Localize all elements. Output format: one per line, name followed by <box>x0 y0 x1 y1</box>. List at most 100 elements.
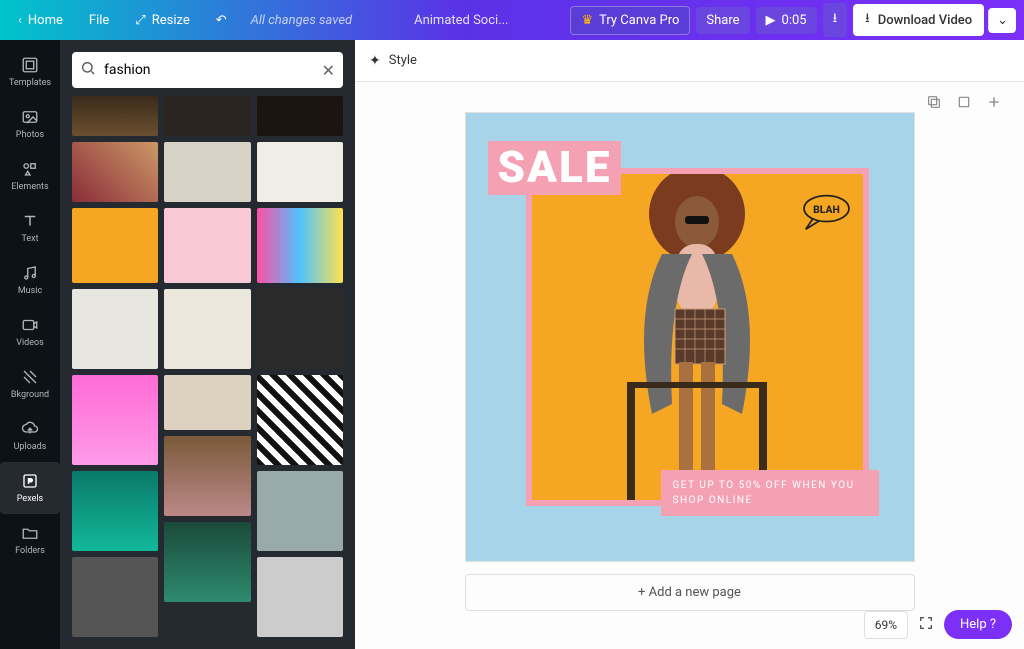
resize-icon: ⤢ <box>135 13 145 28</box>
promo-text[interactable]: GET UP TO 50% OFF WHEN YOU SHOP ONLINE <box>661 470 879 516</box>
rail-videos[interactable]: Videos <box>0 306 60 358</box>
rail-elements[interactable]: Elements <box>0 150 60 202</box>
download-video-button[interactable]: ⭳ Download Video <box>853 4 984 36</box>
search-icon <box>80 60 96 80</box>
photo-thumb[interactable] <box>164 289 250 369</box>
svg-text:BLAH: BLAH <box>813 203 840 216</box>
pexels-icon <box>20 472 40 490</box>
rail-photos[interactable]: Photos <box>0 98 60 150</box>
rail-folders[interactable]: Folders <box>0 514 60 566</box>
side-panel: ✕ ‹ <box>60 40 355 649</box>
rail-templates[interactable]: Templates <box>0 46 60 98</box>
photo-thumb[interactable] <box>257 96 343 136</box>
bottom-right-controls: 69% Help ? <box>864 610 1012 639</box>
duplicate-page-icon[interactable] <box>926 94 942 114</box>
download-icon: ⭳ <box>833 9 838 31</box>
style-button[interactable]: Style <box>389 53 417 68</box>
play-button[interactable]: ▶ 0:05 <box>756 7 817 34</box>
photo-thumb[interactable] <box>72 375 158 465</box>
fullscreen-icon[interactable] <box>918 615 934 635</box>
try-pro-button[interactable]: ♛ Try Canva Pro <box>570 6 690 35</box>
save-status: All changes saved <box>251 13 352 28</box>
zoom-value: 69% <box>875 618 897 632</box>
rail-text[interactable]: Text <box>0 202 60 254</box>
add-page-icon[interactable] <box>986 94 1002 114</box>
home-button[interactable]: ‹ Home <box>8 7 73 34</box>
clear-search-button[interactable]: ✕ <box>322 61 335 80</box>
left-rail: Templates Photos Elements Text Music Vid… <box>0 40 60 649</box>
rail-background[interactable]: Bkground <box>0 358 60 410</box>
rail-label: Text <box>21 234 38 244</box>
rail-uploads[interactable]: Uploads <box>0 410 60 462</box>
rail-label: Videos <box>16 338 44 348</box>
uploads-icon <box>20 420 40 438</box>
rail-pexels[interactable]: Pexels <box>0 462 60 514</box>
design-canvas[interactable]: SALE BLAH GET UP TO 50% OFF WHEN YOU SHO… <box>465 112 915 562</box>
undo-icon: ↶ <box>216 13 227 28</box>
photo-thumb[interactable] <box>257 289 343 369</box>
photo-thumb[interactable] <box>72 142 158 202</box>
add-new-page-button[interactable]: + Add a new page <box>465 574 915 611</box>
photo-thumb[interactable] <box>164 522 250 602</box>
file-label: File <box>89 13 109 28</box>
photo-thumb[interactable] <box>257 375 343 465</box>
rail-label: Bkground <box>11 390 49 400</box>
sale-badge[interactable]: SALE <box>488 141 622 195</box>
rail-label: Photos <box>16 130 44 140</box>
rail-label: Elements <box>11 182 48 192</box>
zoom-control[interactable]: 69% <box>864 611 908 639</box>
resize-button[interactable]: ⤢ Resize <box>125 7 199 34</box>
text-icon <box>20 212 40 230</box>
search-box: ✕ <box>72 52 343 88</box>
play-icon: ▶ <box>766 13 776 28</box>
rail-label: Music <box>18 286 42 296</box>
rail-music[interactable]: Music <box>0 254 60 306</box>
download-options-caret[interactable]: ⌄ <box>988 8 1016 33</box>
rail-label: Uploads <box>14 442 47 452</box>
photo-thumb[interactable] <box>164 142 250 202</box>
canvas-area[interactable]: SALE BLAH GET UP TO 50% OFF WHEN YOU SHO… <box>355 82 1024 649</box>
photo-grid <box>72 96 343 637</box>
photo-thumb[interactable] <box>164 436 250 516</box>
speech-bubble[interactable]: BLAH <box>799 193 854 231</box>
help-button[interactable]: Help ? <box>944 610 1012 639</box>
videos-icon <box>20 316 40 334</box>
top-toolbar: ‹ Home File ⤢ Resize ↶ All changes saved… <box>0 0 1024 40</box>
rail-label: Templates <box>9 78 51 88</box>
search-input[interactable] <box>104 62 314 78</box>
file-menu[interactable]: File <box>79 7 119 34</box>
photo-thumb[interactable] <box>257 557 343 637</box>
music-icon <box>20 264 40 282</box>
workspace: ✦ Style <box>355 40 1024 649</box>
document-title[interactable]: Animated Soci... <box>414 13 508 28</box>
share-button[interactable]: Share <box>696 7 749 34</box>
photo-thumb[interactable] <box>257 208 343 283</box>
chevron-down-icon: ⌄ <box>997 13 1008 28</box>
chevron-left-icon: ‹ <box>18 13 22 28</box>
photo-thumb[interactable] <box>72 471 158 551</box>
photos-icon <box>20 108 40 126</box>
photo-thumb[interactable] <box>72 208 158 283</box>
background-icon <box>20 368 40 386</box>
templates-icon <box>20 56 40 74</box>
copy-page-icon[interactable] <box>956 94 972 114</box>
page-actions <box>926 94 1002 114</box>
undo-button[interactable]: ↶ <box>206 7 237 34</box>
elements-icon <box>20 160 40 178</box>
crown-icon: ♛ <box>581 13 593 28</box>
photo-thumb[interactable] <box>164 375 250 430</box>
photo-thumb[interactable] <box>257 471 343 551</box>
download-icon-button[interactable]: ⭳ <box>823 3 848 37</box>
resize-label: Resize <box>152 13 190 28</box>
rail-label: Pexels <box>17 494 43 504</box>
download-arrow-icon: ⭳ <box>865 9 870 31</box>
sparkle-icon: ✦ <box>369 53 381 69</box>
photo-thumb[interactable] <box>72 557 158 637</box>
photo-thumb[interactable] <box>72 289 158 369</box>
photo-thumb[interactable] <box>164 208 250 283</box>
try-pro-label: Try Canva Pro <box>599 13 679 28</box>
photo-thumb[interactable] <box>257 142 343 202</box>
photo-thumb[interactable] <box>164 96 250 136</box>
photo-thumb[interactable] <box>72 96 158 136</box>
folders-icon <box>20 524 40 542</box>
